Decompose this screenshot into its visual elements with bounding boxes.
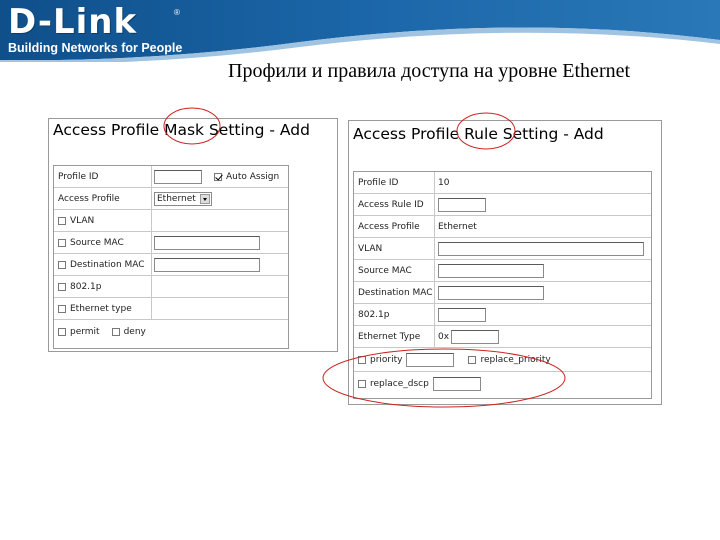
ethernet-type-label: Ethernet type (70, 303, 132, 314)
logo-tagline: Building Networks for People (8, 41, 183, 55)
rule-row-priority: priority replace_priority (354, 348, 651, 372)
ethernet-type-checkbox[interactable] (58, 304, 66, 313)
priority-checkbox[interactable] (358, 355, 366, 364)
rule-row-vlan: VLAN (354, 238, 651, 260)
auto-assign-label: Auto Assign (226, 171, 280, 182)
mask-row-profile-id: Profile ID Auto Assign (54, 166, 288, 188)
mask-destination-mac-input[interactable] (154, 257, 260, 272)
rule-row-ethernet-type: Ethernet Type 0x (354, 326, 651, 348)
access-profile-selected: Ethernet (157, 193, 196, 204)
rule-row-access-profile: Access Profile Ethernet (354, 216, 651, 238)
slide-title: Профили и правила доступа на уровне Ethe… (228, 60, 631, 82)
mask-row-vlan: VLAN (54, 210, 288, 232)
replace-dscp-label: replace_dscp (370, 379, 429, 389)
chevron-down-icon[interactable] (199, 193, 210, 204)
vlan-label: VLAN (70, 215, 95, 226)
replace-dscp-checkbox[interactable] (358, 380, 366, 388)
rule-row-dot1p: 802.1p (354, 304, 651, 326)
dlink-logo: D-Link ® Building Networks for People (8, 3, 182, 55)
mask-row-destination-mac: Destination MAC (54, 254, 288, 276)
mask-row-dot1p: 802.1p (54, 276, 288, 298)
rule-vlan-input[interactable] (438, 241, 644, 256)
deny-label: deny (123, 327, 146, 337)
rule-label-destination-mac: Destination MAC (354, 282, 435, 303)
source-mac-label: Source MAC (70, 237, 124, 248)
rule-setting-panel: Access Profile Rule Setting - Add Profil… (348, 120, 662, 405)
replace-priority-checkbox[interactable] (468, 355, 477, 364)
access-profile-select[interactable]: Ethernet (154, 191, 212, 206)
rule-label-source-mac: Source MAC (354, 260, 435, 281)
permit-checkbox[interactable] (58, 328, 66, 336)
destination-mac-label: Destination MAC (70, 259, 145, 270)
mask-panel-title: Access Profile Mask Setting - Add (53, 121, 310, 139)
dot1p-label: 802.1p (70, 281, 102, 292)
rule-label-profile-id: Profile ID (354, 172, 435, 193)
registered-mark: ® (174, 8, 180, 17)
rule-row-access-rule-id: Access Rule ID (354, 194, 651, 216)
rule-form: Profile ID 10 Access Rule ID Access Prof… (353, 171, 652, 399)
logo-wordmark: D-Link (8, 2, 138, 42)
rule-label-ethernet-type: Ethernet Type (354, 326, 435, 347)
rule-destination-mac-input[interactable] (438, 285, 544, 300)
priority-label: priority (370, 354, 403, 365)
source-mac-checkbox[interactable] (58, 238, 66, 247)
permit-label: permit (70, 327, 100, 337)
deny-checkbox[interactable] (111, 328, 120, 336)
access-rule-id-input[interactable] (438, 197, 486, 212)
rule-access-profile-value: Ethernet (438, 221, 477, 232)
rule-label-access-rule-id: Access Rule ID (354, 194, 435, 215)
mask-row-source-mac: Source MAC (54, 232, 288, 254)
auto-assign-checkbox[interactable] (214, 172, 222, 181)
replace-priority-label: replace_priority (480, 354, 551, 365)
rule-label-vlan: VLAN (354, 238, 435, 259)
rule-dot1p-input[interactable] (438, 307, 486, 322)
rule-row-destination-mac: Destination MAC (354, 282, 651, 304)
mask-profile-id-input[interactable] (154, 169, 202, 184)
mask-source-mac-input[interactable] (154, 235, 260, 250)
rule-row-source-mac: Source MAC (354, 260, 651, 282)
ethernet-type-prefix: 0x (438, 331, 450, 342)
priority-input[interactable] (406, 352, 455, 367)
header-band: D-Link ® Building Networks for People (0, 0, 720, 62)
destination-mac-checkbox[interactable] (58, 260, 66, 269)
mask-label-profile-id: Profile ID (54, 166, 152, 187)
mask-row-permit-deny: permit deny (54, 320, 288, 344)
mask-row-ethernet-type: Ethernet type (54, 298, 288, 320)
rule-source-mac-input[interactable] (438, 263, 544, 278)
mask-setting-panel: Access Profile Mask Setting - Add Profil… (48, 118, 338, 352)
mask-label-access-profile: Access Profile (54, 188, 152, 209)
replace-dscp-input[interactable] (432, 377, 481, 391)
rule-label-access-profile: Access Profile (354, 216, 435, 237)
rule-profile-id-value: 10 (438, 177, 450, 188)
rule-panel-title: Access Profile Rule Setting - Add (353, 125, 604, 143)
mask-row-access-profile: Access Profile Ethernet (54, 188, 288, 210)
vlan-checkbox[interactable] (58, 216, 66, 225)
rule-label-dot1p: 802.1p (354, 304, 435, 325)
dot1p-checkbox[interactable] (58, 282, 66, 291)
mask-form: Profile ID Auto Assign Access Profile Et… (53, 165, 289, 349)
rule-ethernet-type-input[interactable] (451, 329, 500, 344)
rule-row-profile-id: Profile ID 10 (354, 172, 651, 194)
rule-row-replace-dscp: replace_dscp (354, 372, 651, 396)
